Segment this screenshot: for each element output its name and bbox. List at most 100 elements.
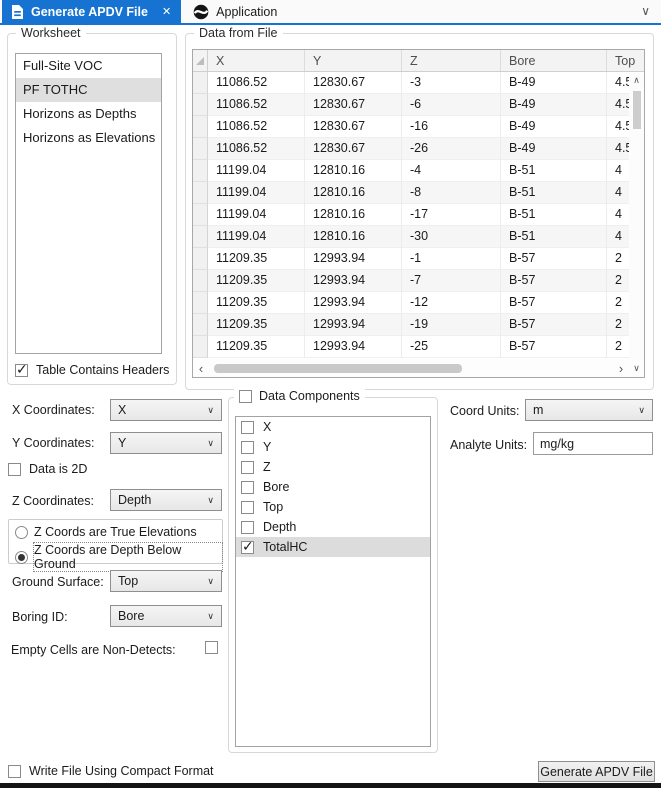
- table-row[interactable]: 11199.0412810.16-30B-514: [193, 226, 629, 248]
- component-item[interactable]: X: [236, 417, 430, 437]
- component-checkbox[interactable]: [241, 541, 254, 554]
- component-checkbox[interactable]: [241, 501, 254, 514]
- worksheet-item[interactable]: PF TOTHC: [16, 78, 161, 102]
- table-row[interactable]: 11199.0412810.16-17B-514: [193, 204, 629, 226]
- data-components-list[interactable]: XYZBoreTopDepthTotalHC: [235, 416, 431, 747]
- table-contains-headers-row: Table Contains Headers: [15, 363, 169, 377]
- column-header-y[interactable]: Y: [305, 50, 402, 71]
- column-header-top[interactable]: Top: [607, 50, 644, 71]
- radio-icon[interactable]: [15, 526, 28, 539]
- generate-apdv-window: Generate APDV File ✕ Application ∨ Works…: [0, 0, 661, 788]
- table-row[interactable]: 11209.3512993.94-7B-572: [193, 270, 629, 292]
- scroll-right-icon[interactable]: ›: [613, 361, 629, 376]
- chevron-down-icon: ∨: [207, 438, 214, 449]
- table-row[interactable]: 11199.0412810.16-8B-514: [193, 182, 629, 204]
- component-item[interactable]: TotalHC: [236, 537, 430, 557]
- analyte-units-input[interactable]: [533, 432, 653, 455]
- worksheet-item[interactable]: Full-Site VOC: [16, 54, 161, 78]
- select-all-cell[interactable]: [193, 50, 208, 71]
- component-checkbox[interactable]: [241, 521, 254, 534]
- component-checkbox[interactable]: [241, 461, 254, 474]
- horizontal-scrollbar-thumb[interactable]: [214, 364, 462, 373]
- table-cell: 12830.67: [305, 72, 402, 94]
- horizontal-scrollbar[interactable]: ‹ ›: [193, 359, 629, 377]
- z-true-elevations-option[interactable]: Z Coords are True Elevations: [15, 525, 197, 539]
- horizontal-scrollbar-track[interactable]: [209, 359, 613, 377]
- z-depth-below-ground-label: Z Coords are Depth Below Ground: [34, 543, 222, 571]
- table-row[interactable]: 11209.3512993.94-25B-572: [193, 336, 629, 358]
- y-coordinates-label: Y Coordinates:: [12, 436, 94, 450]
- component-item[interactable]: Z: [236, 457, 430, 477]
- table-row[interactable]: 11086.5212830.67-26B-494.5: [193, 138, 629, 160]
- data-is-2d-checkbox[interactable]: [8, 463, 21, 476]
- table-row[interactable]: 11086.5212830.67-3B-494.5: [193, 72, 629, 94]
- select-all-icon: [196, 57, 204, 65]
- table-row[interactable]: 11086.5212830.67-6B-494.5: [193, 94, 629, 116]
- column-header-bore[interactable]: Bore: [501, 50, 607, 71]
- table-cell: 11199.04: [208, 182, 305, 204]
- radio-icon[interactable]: [15, 551, 28, 564]
- component-item[interactable]: Top: [236, 497, 430, 517]
- row-header-cell[interactable]: [193, 314, 208, 336]
- empty-cells-checkbox[interactable]: [205, 641, 218, 654]
- component-checkbox[interactable]: [241, 481, 254, 494]
- row-header-cell[interactable]: [193, 182, 208, 204]
- table-cell: 4: [607, 204, 629, 226]
- coord-units-dropdown[interactable]: m ∨: [525, 399, 653, 421]
- table-cell: 12830.67: [305, 116, 402, 138]
- worksheet-item[interactable]: Horizons as Depths: [16, 102, 161, 126]
- row-header-cell[interactable]: [193, 160, 208, 182]
- row-header-cell[interactable]: [193, 94, 208, 116]
- table-row[interactable]: 11086.5212830.67-16B-494.5: [193, 116, 629, 138]
- table-row[interactable]: 11209.3512993.94-12B-572: [193, 292, 629, 314]
- analyte-units-label: Analyte Units:: [450, 438, 527, 452]
- worksheet-list[interactable]: Full-Site VOCPF TOTHCHorizons as DepthsH…: [15, 53, 162, 354]
- table-row[interactable]: 11199.0412810.16-4B-514: [193, 160, 629, 182]
- row-header-cell[interactable]: [193, 138, 208, 160]
- table-cell: 12993.94: [305, 248, 402, 270]
- table-row[interactable]: 11209.3512993.94-1B-572: [193, 248, 629, 270]
- component-checkbox[interactable]: [241, 421, 254, 434]
- ground-surface-dropdown[interactable]: Top ∨: [110, 570, 222, 592]
- x-coordinates-dropdown[interactable]: X ∨: [110, 399, 222, 421]
- component-checkbox[interactable]: [241, 441, 254, 454]
- z-coordinates-dropdown[interactable]: Depth ∨: [110, 489, 222, 511]
- component-item[interactable]: Y: [236, 437, 430, 457]
- row-header-cell[interactable]: [193, 116, 208, 138]
- table-cell: 11199.04: [208, 226, 305, 248]
- table-contains-headers-checkbox[interactable]: [15, 364, 28, 377]
- tab-application[interactable]: Application: [181, 0, 289, 23]
- table-cell: -16: [402, 116, 501, 138]
- column-header-x[interactable]: X: [208, 50, 305, 71]
- row-header-cell[interactable]: [193, 72, 208, 94]
- table-cell: -4: [402, 160, 501, 182]
- data-components-checkbox[interactable]: [239, 390, 252, 403]
- vertical-scrollbar-thumb[interactable]: [633, 91, 641, 129]
- tab-overflow-chevron-icon[interactable]: ∨: [641, 4, 650, 18]
- worksheet-item[interactable]: Horizons as Elevations: [16, 126, 161, 150]
- y-coordinates-dropdown[interactable]: Y ∨: [110, 432, 222, 454]
- scroll-left-icon[interactable]: ‹: [193, 361, 209, 376]
- compact-format-checkbox[interactable]: [8, 765, 21, 778]
- component-item[interactable]: Bore: [236, 477, 430, 497]
- chevron-down-icon: ∨: [207, 405, 214, 416]
- tab-generate-apdv-file[interactable]: Generate APDV File ✕: [2, 0, 181, 23]
- scroll-up-icon[interactable]: ∧: [629, 73, 644, 89]
- z-depth-below-ground-option[interactable]: Z Coords are Depth Below Ground: [15, 543, 222, 571]
- close-icon[interactable]: ✕: [162, 5, 171, 18]
- table-contains-headers-label: Table Contains Headers: [36, 363, 169, 377]
- row-header-cell[interactable]: [193, 226, 208, 248]
- table-cell: B-49: [501, 138, 607, 160]
- row-header-cell[interactable]: [193, 292, 208, 314]
- column-header-z[interactable]: Z: [402, 50, 501, 71]
- row-header-cell[interactable]: [193, 270, 208, 292]
- component-item[interactable]: Depth: [236, 517, 430, 537]
- generate-apdv-file-button[interactable]: Generate APDV File: [538, 761, 655, 782]
- row-header-cell[interactable]: [193, 248, 208, 270]
- boring-id-dropdown[interactable]: Bore ∨: [110, 605, 222, 627]
- table-row[interactable]: 11209.3512993.94-19B-572: [193, 314, 629, 336]
- row-header-cell[interactable]: [193, 204, 208, 226]
- scroll-down-icon[interactable]: ∨: [629, 359, 644, 377]
- row-header-cell[interactable]: [193, 336, 208, 358]
- vertical-scrollbar[interactable]: ∧: [629, 73, 644, 359]
